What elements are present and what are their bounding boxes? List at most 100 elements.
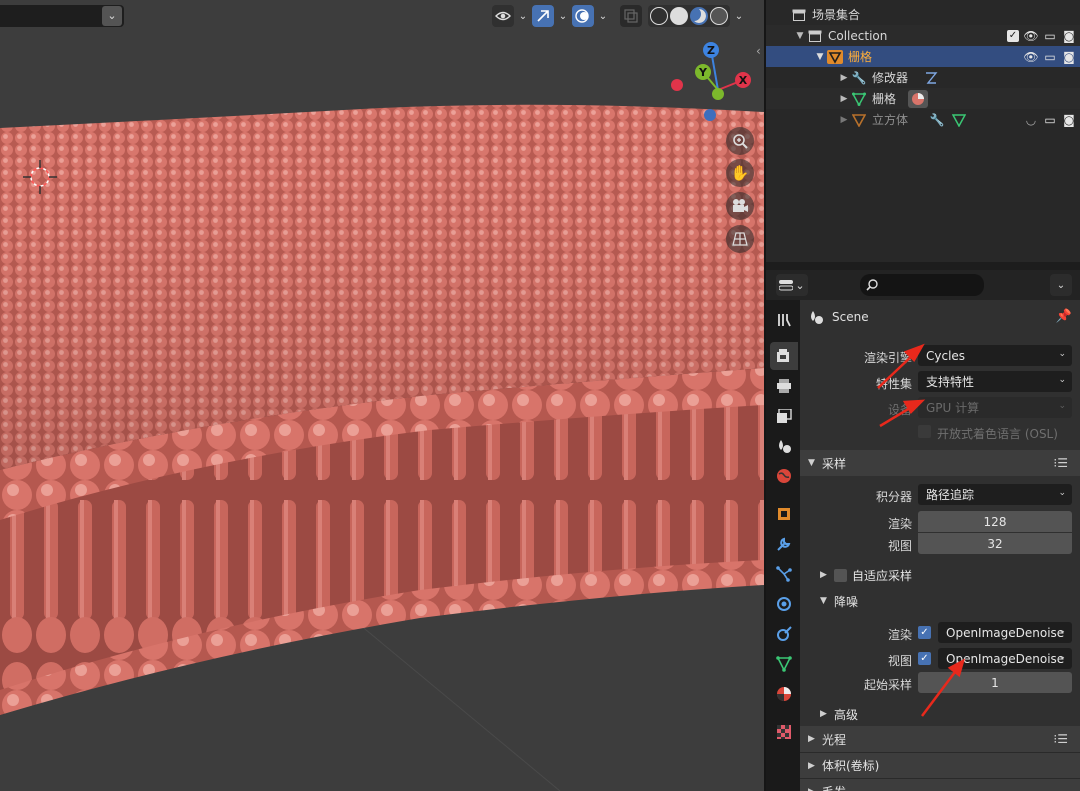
hair-panel-header[interactable]: ▶ 毛发 (800, 778, 1080, 791)
xray-toggle-icon[interactable] (620, 5, 642, 27)
expand-triangle-icon[interactable]: ▶ (838, 94, 850, 104)
tab-object[interactable] (770, 500, 798, 528)
device-row: 设备 GPU 计算 ⌄ (800, 397, 1080, 419)
outliner-collection[interactable]: ▼ Collection ✓ 👁 ▭ ◙ (766, 25, 1080, 46)
tab-tool[interactable] (770, 306, 798, 334)
pin-icon[interactable]: 📌 (1056, 309, 1072, 324)
denoise-viewport-checkbox[interactable]: ✓ (918, 652, 931, 665)
viewport-samples-field[interactable]: 32 (918, 533, 1072, 554)
adaptive-sampling-subpanel[interactable]: ▶ 自适应采样 (820, 564, 912, 586)
render-properties-content: Scene 📌 渲染引擎 Cycles ⌄ 特性集 支持特性 ⌄ 设备 GPU … (800, 300, 1080, 791)
expand-triangle-icon[interactable]: ▶ (838, 115, 850, 125)
chevron-down-icon[interactable]: ⌄ (732, 5, 746, 27)
sidebar-toggle-icon[interactable]: ‹ (756, 44, 761, 58)
outliner-mesh-data[interactable]: ▶ 栅格 (766, 88, 1080, 109)
properties-header: ⌄ ⌄ (766, 270, 1080, 300)
outliner-scene-collection[interactable]: 场景集合 (766, 4, 1080, 25)
render-camera-icon[interactable]: ◙ (1062, 29, 1076, 43)
mesh-object-icon (850, 112, 868, 128)
rendered-shading-icon[interactable] (710, 7, 728, 25)
tab-texture[interactable] (770, 718, 798, 746)
render-camera-icon[interactable]: ◙ (1062, 113, 1076, 127)
solid-shading-icon[interactable] (670, 7, 688, 25)
feature-set-select[interactable]: 支持特性 ⌄ (918, 371, 1072, 392)
chevron-down-icon[interactable]: ⌄ (596, 5, 610, 27)
monitor-icon[interactable]: ▭ (1043, 113, 1057, 127)
tab-constraints[interactable] (770, 620, 798, 648)
eye-closed-icon[interactable]: ◡ (1024, 113, 1038, 127)
denoise-render-checkbox[interactable]: ✓ (918, 626, 931, 639)
monitor-icon[interactable]: ▭ (1043, 50, 1057, 64)
3d-viewport[interactable]: ⌄ ⌄ ⌄ ⌄ ⌄ Z X Y ‹ ✋ (0, 0, 764, 791)
chevron-down-icon[interactable]: ⌄ (102, 6, 122, 26)
chevron-down-icon[interactable]: ⌄ (1050, 274, 1072, 296)
adaptive-sampling-checkbox[interactable] (834, 568, 847, 582)
tab-particles[interactable] (770, 560, 798, 588)
outliner-cube[interactable]: ▶ 立方体 🔧 ◡ ▭ ◙ (766, 109, 1080, 130)
advanced-subpanel[interactable]: ▶ 高级 (820, 703, 858, 725)
expand-triangle-icon[interactable]: ▼ (794, 31, 806, 41)
material-icon[interactable] (908, 89, 929, 108)
tab-render[interactable] (770, 342, 798, 370)
sampling-panel-header[interactable]: ▼ 采样 ⁝☰ (800, 450, 1080, 476)
expand-triangle-icon[interactable]: ▼ (814, 52, 826, 62)
viewport-mode-dropdown[interactable]: ⌄ (0, 5, 124, 27)
outliner-grid-object[interactable]: ▼ 栅格 👁 ▭ ◙ (766, 46, 1080, 67)
render-engine-label: 渲染引擎 (863, 351, 912, 365)
tab-view-layer[interactable] (770, 402, 798, 430)
expand-triangle-icon: ▼ (808, 458, 815, 468)
device-label: 设备 (887, 403, 912, 417)
pan-hand-icon[interactable]: ✋ (726, 159, 754, 187)
tab-world[interactable] (770, 462, 798, 490)
denoise-subpanel[interactable]: ▼ 降噪 (820, 590, 858, 612)
integrator-label: 积分器 (875, 490, 912, 504)
light-paths-panel-header[interactable]: ▶ 光程 ⁝☰ (800, 726, 1080, 752)
osl-checkbox[interactable] (918, 425, 931, 438)
visibility-eye-icon[interactable] (492, 5, 514, 27)
overlay-toggle-icon[interactable] (572, 5, 594, 27)
perspective-grid-icon[interactable] (726, 225, 754, 253)
tab-output[interactable] (770, 372, 798, 400)
zoom-icon[interactable] (726, 127, 754, 155)
integrator-select[interactable]: 路径追踪 ⌄ (918, 484, 1072, 505)
presets-list-icon[interactable]: ⁝☰ (1053, 456, 1068, 470)
volumes-panel-header[interactable]: ▶ 体积(卷标) (800, 752, 1080, 778)
mesh-data-icon (850, 91, 868, 107)
render-camera-icon[interactable]: ◙ (1062, 50, 1076, 64)
osl-row: 开放式着色语言 (OSL) (800, 421, 1080, 443)
monitor-icon[interactable]: ▭ (1043, 29, 1057, 43)
denoise-render-select[interactable]: OpenImageDenoise ⌄ (938, 622, 1072, 643)
tab-physics[interactable] (770, 590, 798, 618)
gizmo-y-label: Y (698, 66, 708, 79)
camera-view-icon[interactable] (726, 192, 754, 220)
tab-mesh-data[interactable] (770, 650, 798, 678)
navigation-gizmo[interactable]: Z X Y (665, 40, 760, 130)
eye-icon[interactable]: 👁 (1023, 50, 1038, 64)
tab-modifiers[interactable] (770, 530, 798, 558)
denoise-viewport-select[interactable]: OpenImageDenoise ⌄ (938, 648, 1072, 669)
exclude-checkbox[interactable]: ✓ (1007, 29, 1019, 42)
outliner-modifiers[interactable]: ▶ 🔧 修改器 (766, 67, 1080, 88)
editor-type-button[interactable]: ⌄ (776, 274, 808, 296)
right-editor-area: 场景集合 ▼ Collection ✓ 👁 ▭ ◙ ▼ 栅格 👁 ▭ ◙ ▶ 🔧… (764, 0, 1080, 791)
tab-material[interactable] (770, 680, 798, 708)
render-engine-select[interactable]: Cycles ⌄ (918, 345, 1072, 366)
feature-set-row: 特性集 支持特性 ⌄ (800, 371, 1080, 393)
chevron-down-icon: ⌄ (1058, 401, 1066, 411)
start-sample-field[interactable]: 1 (918, 672, 1072, 693)
wireframe-shading-icon[interactable] (650, 7, 668, 25)
chevron-down-icon[interactable]: ⌄ (516, 5, 530, 27)
device-select[interactable]: GPU 计算 ⌄ (918, 397, 1072, 418)
expand-triangle-icon[interactable]: ▶ (838, 73, 850, 83)
chevron-down-icon[interactable]: ⌄ (556, 5, 570, 27)
render-samples-field[interactable]: 128 (918, 511, 1072, 532)
eye-icon[interactable]: 👁 (1023, 29, 1038, 43)
hair-title: 毛发 (822, 783, 846, 791)
start-sample-label: 起始采样 (863, 678, 912, 692)
property-search-input[interactable] (860, 274, 984, 296)
tab-scene[interactable] (770, 432, 798, 460)
gizmo-toggle-icon[interactable] (532, 5, 554, 27)
outliner[interactable]: 场景集合 ▼ Collection ✓ 👁 ▭ ◙ ▼ 栅格 👁 ▭ ◙ ▶ 🔧… (766, 0, 1080, 262)
presets-list-icon[interactable]: ⁝☰ (1053, 732, 1068, 746)
material-preview-shading-icon[interactable] (690, 7, 708, 25)
